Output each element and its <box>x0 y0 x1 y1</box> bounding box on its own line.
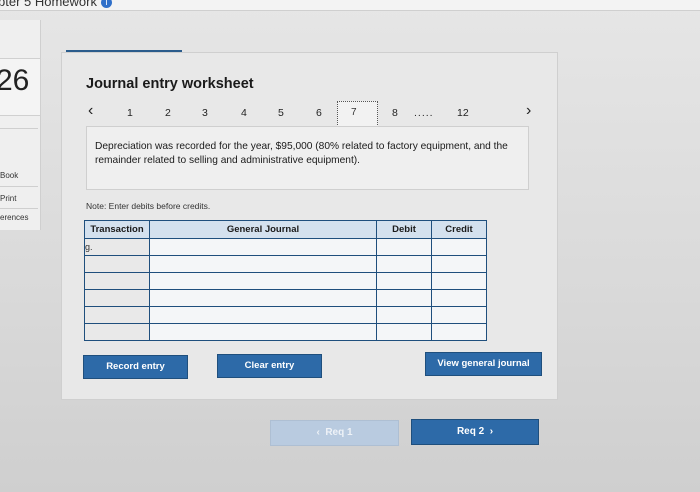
table-row <box>84 289 487 307</box>
view-general-journal-button[interactable]: View general journal <box>425 352 542 376</box>
sidebar-divider <box>0 128 38 129</box>
pager-ellipsis: ..... <box>414 107 434 119</box>
pager-page-5[interactable]: 5 <box>278 107 284 119</box>
table-row <box>84 323 487 341</box>
header-transaction: Transaction <box>84 220 150 239</box>
table-row <box>84 272 487 290</box>
header-bar: pter 5 Homework i <box>0 0 700 11</box>
transaction-cell <box>84 289 150 307</box>
info-icon[interactable]: i <box>100 0 112 9</box>
sidebar-divider <box>0 186 38 187</box>
pager-next-icon[interactable]: › <box>526 102 531 120</box>
journal-table: Transaction General Journal Debit Credit… <box>84 220 487 341</box>
table-row <box>84 255 487 273</box>
entry-note: Note: Enter debits before credits. <box>86 201 211 211</box>
assignment-title: pter 5 Homework i <box>0 0 112 9</box>
sidebar-link-references[interactable]: erences <box>0 213 28 222</box>
account-select[interactable] <box>149 323 377 341</box>
pager-page-3[interactable]: 3 <box>202 107 208 119</box>
table-row <box>84 306 487 324</box>
debit-input[interactable] <box>376 255 432 273</box>
worksheet-pager: ‹ 1 2 3 4 5 6 7 8 ..... 12 › <box>86 101 546 129</box>
pager-page-2[interactable]: 2 <box>165 107 171 119</box>
account-select[interactable] <box>149 289 377 307</box>
sidebar-divider <box>0 208 38 209</box>
credit-input[interactable] <box>431 255 487 273</box>
transaction-cell <box>84 306 150 324</box>
record-entry-button[interactable]: Record entry <box>83 355 188 379</box>
pager-page-12[interactable]: 12 <box>457 107 469 119</box>
credit-input[interactable] <box>431 289 487 307</box>
left-sidebar: 26 Book Print erences <box>0 20 41 230</box>
sidebar-link-book[interactable]: Book <box>0 171 18 180</box>
pager-prev-icon[interactable]: ‹ <box>88 102 93 120</box>
transaction-description-box: Depreciation was recorded for the year, … <box>86 126 529 190</box>
pager-page-6[interactable]: 6 <box>316 107 322 119</box>
debit-input[interactable] <box>376 306 432 324</box>
next-requirement-button[interactable]: Req 2 › <box>411 419 539 445</box>
worksheet-title: Journal entry worksheet <box>86 76 254 92</box>
prev-requirement-button[interactable]: ‹ Req 1 <box>270 420 399 446</box>
account-select[interactable] <box>149 238 377 256</box>
clear-entry-button[interactable]: Clear entry <box>217 354 322 378</box>
sidebar-link-print[interactable]: Print <box>0 194 16 203</box>
pager-page-1[interactable]: 1 <box>127 107 133 119</box>
account-select[interactable] <box>149 306 377 324</box>
pager-page-8[interactable]: 8 <box>392 107 398 119</box>
debit-input[interactable] <box>376 323 432 341</box>
header-debit: Debit <box>376 220 432 239</box>
transaction-cell <box>84 272 150 290</box>
pager-page-7-label: 7 <box>351 107 357 118</box>
debit-input[interactable] <box>376 289 432 307</box>
pager-page-4[interactable]: 4 <box>241 107 247 119</box>
pager-page-7-active[interactable]: 7 <box>337 101 378 129</box>
header-general-journal: General Journal <box>149 220 377 239</box>
debit-input[interactable] <box>376 272 432 290</box>
transaction-cell <box>84 323 150 341</box>
prev-requirement-label: Req 1 <box>325 427 353 438</box>
account-select[interactable] <box>149 272 377 290</box>
credit-input[interactable] <box>431 306 487 324</box>
transaction-cell <box>84 255 150 273</box>
credit-input[interactable] <box>431 238 487 256</box>
transaction-cell: g. <box>84 238 150 256</box>
credit-input[interactable] <box>431 323 487 341</box>
table-row: g. <box>84 238 487 256</box>
header-credit: Credit <box>431 220 487 239</box>
credit-input[interactable] <box>431 272 487 290</box>
next-requirement-label: Req 2 <box>456 426 485 437</box>
question-number: 26 <box>0 64 30 97</box>
transaction-description: Depreciation was recorded for the year, … <box>95 141 508 166</box>
account-select[interactable] <box>149 255 377 273</box>
journal-header-row: Transaction General Journal Debit Credit <box>84 220 487 239</box>
debit-input[interactable] <box>376 238 432 256</box>
